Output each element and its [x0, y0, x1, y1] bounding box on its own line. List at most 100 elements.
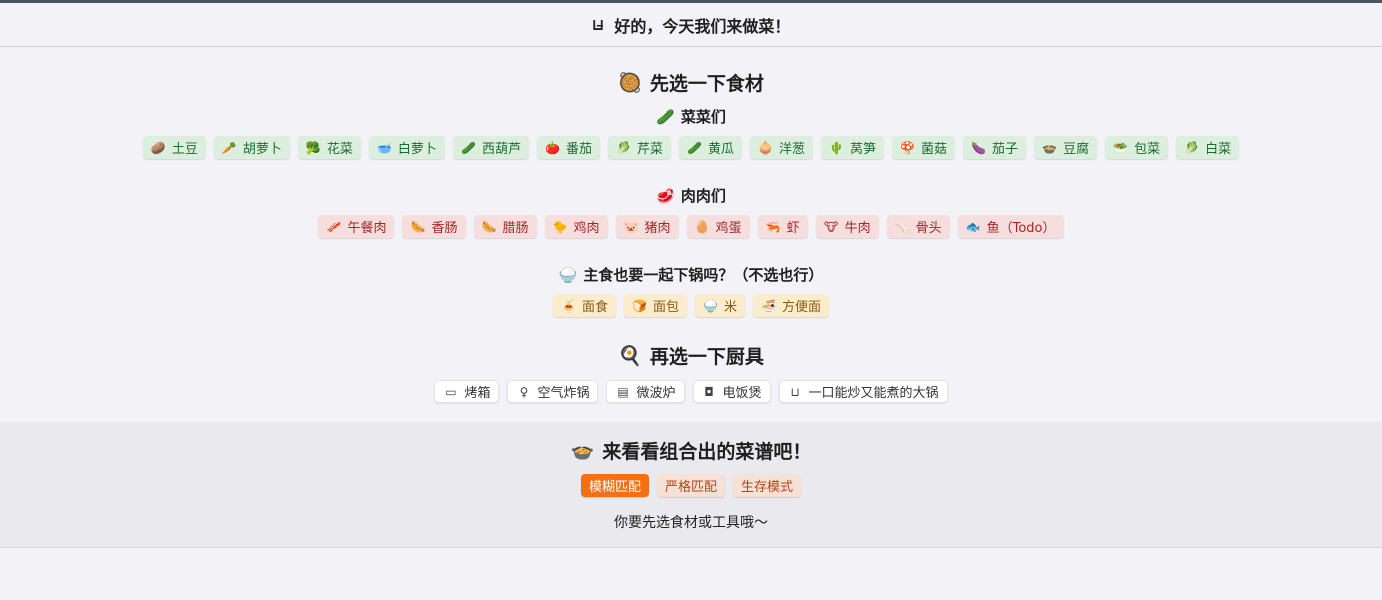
vegetable-chip-9-icon: 🌵 [829, 140, 844, 155]
staple-chip-2-label: 米 [724, 300, 738, 315]
tool-chip-0-icon: ▭ [445, 384, 457, 399]
vegetable-chip-13[interactable]: 🥗 包菜 [1105, 136, 1169, 159]
tool-chip-1-icon: ♀ [519, 384, 529, 399]
meat-chip-1-icon: 🌭 [410, 219, 426, 234]
vegetable-chip-12-label: 豆腐 [1063, 142, 1090, 157]
vegetable-chip-12[interactable]: 🍲 豆腐 [1034, 136, 1098, 159]
vegetable-chip-5-label: 番茄 [565, 142, 592, 157]
tool-list: ▭ 烤箱 ♀ 空气炸锅 ▤ 微波炉 ◘ 电饭煲 ⊔ 一口能炒又能煮的大锅 [0, 380, 1382, 403]
meat-chip-2[interactable]: 🌭 腊肠 [473, 215, 537, 238]
tool-chip-2[interactable]: ▤ 微波炉 [606, 380, 685, 403]
meat-icon: 🥩 [656, 186, 675, 205]
vegetable-chip-14-label: 白菜 [1205, 142, 1232, 157]
tool-chip-0[interactable]: ▭ 烤箱 [434, 380, 500, 403]
vegetable-chip-1-label: 胡萝卜 [242, 142, 282, 157]
vegetable-chip-11-label: 茄子 [992, 142, 1019, 157]
vegetable-chip-1-icon: 🥕 [221, 140, 237, 155]
vegetable-chip-3[interactable]: 🥣 白萝卜 [368, 136, 445, 159]
staple-chip-3-label: 方便面 [782, 300, 822, 315]
meat-chip-7-icon: 🐮 [823, 219, 839, 234]
meat-chip-9-icon: 🐟 [965, 219, 981, 234]
recipes-title: 🍲 来看看组合出的菜谱吧！ [570, 440, 812, 463]
pot-icon: ⊔̵ [591, 15, 605, 34]
vegetable-chip-7-icon: 🥒 [687, 140, 702, 155]
staple-chip-3-icon: 🍜 [761, 298, 776, 313]
recipe-panel: 🍲 来看看组合出的菜谱吧！ 模糊匹配 严格匹配 生存模式 你要先选食材或工具哦～ [0, 422, 1382, 548]
vegetable-chip-4[interactable]: 🥒 西葫芦 [452, 136, 529, 159]
tools-section-title: 🍳 再选一下厨具 [618, 345, 764, 368]
meat-chip-3-icon: 🐤 [552, 219, 568, 234]
meat-chip-7-label: 牛肉 [844, 221, 871, 236]
vegetable-chip-2-icon: 🥦 [305, 140, 321, 155]
staple-chip-3[interactable]: 🍜 方便面 [753, 294, 830, 317]
mode-button-0[interactable]: 模糊匹配 [580, 474, 649, 497]
staple-chip-1-icon: 🍞 [632, 298, 647, 313]
tool-chip-3-icon: ◘ [704, 384, 714, 399]
vegetable-chip-2[interactable]: 🥦 花菜 [297, 136, 361, 159]
meat-chip-0-label: 午餐肉 [347, 221, 387, 236]
vegetable-chip-1[interactable]: 🥕 胡萝卜 [213, 136, 290, 159]
meat-chip-2-label: 腊肠 [502, 221, 529, 236]
vegetable-chip-9[interactable]: 🌵 莴笋 [821, 136, 885, 159]
page-title: 好的，今天我们来做菜！ [614, 16, 791, 36]
staple-chip-0-icon: 🍝 [560, 298, 576, 313]
meat-chip-5-icon: 🥚 [694, 219, 710, 234]
staple-chip-0-label: 面食 [581, 300, 608, 315]
meat-chip-8[interactable]: 🦴 骨头 [886, 215, 950, 238]
meat-chip-8-label: 骨头 [915, 221, 942, 236]
cucumber-icon: 🥒 [656, 107, 675, 126]
tool-chip-1[interactable]: ♀ 空气炸锅 [507, 380, 599, 403]
meat-chip-6-label: 虾 [786, 221, 800, 236]
tool-chip-4-label: 一口能炒又能煮的大锅 [808, 386, 939, 401]
vegetable-chip-7-label: 黄瓜 [707, 142, 734, 157]
meat-chip-6[interactable]: 🦐 虾 [757, 215, 808, 238]
meat-chip-4-icon: 🐷 [623, 219, 639, 234]
tool-chip-2-icon: ▤ [617, 384, 629, 399]
staple-chip-2-icon: 🍚 [703, 298, 718, 313]
tool-chip-3[interactable]: ◘ 电饭煲 [692, 380, 771, 403]
vegetable-chip-6-label: 芹菜 [636, 142, 663, 157]
mode-button-1[interactable]: 严格匹配 [656, 474, 725, 497]
vegetable-chip-5[interactable]: 🍅 番茄 [536, 136, 600, 159]
plate-icon: 🥘 [618, 72, 642, 94]
vegetable-chip-11[interactable]: 🍆 茄子 [963, 136, 1027, 159]
meat-chip-0-icon: 🥓 [326, 219, 342, 234]
tool-chip-4[interactable]: ⊔ 一口能炒又能煮的大锅 [778, 380, 948, 403]
vegetable-chip-8-icon: 🧅 [758, 140, 773, 155]
meat-chip-3[interactable]: 🐤 鸡肉 [544, 215, 608, 238]
staple-chip-2[interactable]: 🍚 米 [695, 294, 746, 317]
vegetable-chip-8-label: 洋葱 [779, 142, 806, 157]
meat-chip-4[interactable]: 🐷 猪肉 [615, 215, 679, 238]
mode-button-2[interactable]: 生存模式 [733, 474, 802, 497]
tool-chip-2-label: 微波炉 [636, 386, 676, 401]
page-header: ⊔̵ 好的，今天我们来做菜！ [0, 3, 1382, 47]
vegetable-chip-8[interactable]: 🧅 洋葱 [750, 136, 814, 159]
tool-chip-0-label: 烤箱 [464, 386, 491, 401]
meat-chip-5[interactable]: 🥚 鸡蛋 [686, 215, 750, 238]
vegetable-chip-14[interactable]: 🥬 白菜 [1176, 136, 1240, 159]
vegetable-chip-10-icon: 🍄 [900, 140, 915, 155]
empty-hint: 你要先选食材或工具哦～ [614, 515, 768, 531]
meat-chip-1[interactable]: 🌭 香肠 [402, 215, 466, 238]
vegetable-chip-11-icon: 🍆 [971, 140, 987, 155]
vegetable-chip-10-label: 菌菇 [921, 142, 948, 157]
staple-chip-1[interactable]: 🍞 面包 [623, 294, 687, 317]
meat-chip-9[interactable]: 🐟 鱼（Todo） [957, 215, 1064, 238]
vegetable-chip-3-icon: 🥣 [376, 140, 392, 155]
meat-chip-7[interactable]: 🐮 牛肉 [815, 215, 879, 238]
vegetable-chip-0[interactable]: 🥔 土豆 [142, 136, 206, 159]
vegetable-chip-3-label: 白萝卜 [397, 142, 437, 157]
meat-chip-2-icon: 🌭 [481, 219, 497, 234]
meat-chip-0[interactable]: 🥓 午餐肉 [318, 215, 395, 238]
meat-chip-8-icon: 🦴 [894, 219, 910, 234]
vegetable-chip-7[interactable]: 🥒 黄瓜 [678, 136, 742, 159]
vegetable-chip-6[interactable]: 🥬 芹菜 [607, 136, 671, 159]
bowl-icon: 🍲 [570, 440, 595, 462]
vegetable-chip-9-label: 莴笋 [850, 142, 877, 157]
meat-list: 🥓 午餐肉 🌭 香肠 🌭 腊肠 🐤 鸡肉 🐷 猪肉 🥚 鸡蛋 🦐 虾 🐮 牛肉 🦴 骨头 🐟 鱼（Todo） [0, 215, 1382, 238]
vegetable-chip-10[interactable]: 🍄 菌菇 [892, 136, 956, 159]
ingredients-section-title: 🥘 先选一下食材 [618, 72, 764, 95]
meat-chip-4-label: 猪肉 [644, 221, 671, 236]
vegetable-chip-5-icon: 🍅 [544, 140, 560, 155]
staple-chip-0[interactable]: 🍝 面食 [552, 294, 616, 317]
